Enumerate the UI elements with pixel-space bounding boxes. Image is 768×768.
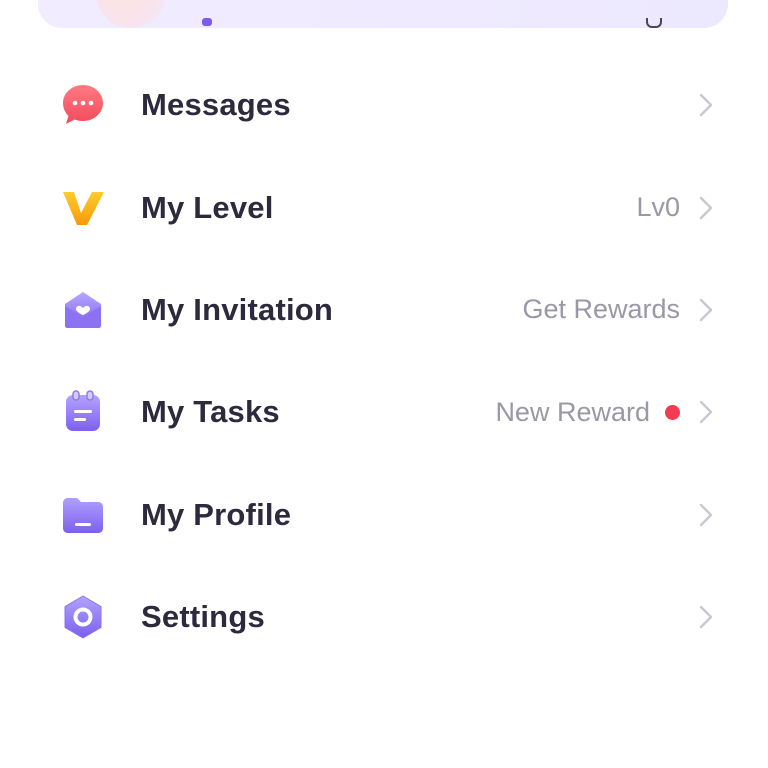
chevron-right-icon: [699, 196, 713, 219]
menu-item-settings[interactable]: Settings: [0, 566, 768, 668]
account-card[interactable]: [38, 0, 728, 28]
invitation-status: Get Rewards: [522, 294, 680, 325]
profile-menu-page: Messages My Level Lv0 My Invitation Get …: [0, 0, 768, 768]
menu-item-label: Messages: [141, 87, 291, 123]
menu-item-messages[interactable]: Messages: [0, 54, 768, 156]
avatar: [96, 0, 166, 28]
clipboard-icon: [60, 389, 106, 435]
menu-item-label: My Invitation: [141, 291, 334, 327]
menu-item-label: My Tasks: [141, 394, 280, 430]
chevron-right-icon: [699, 605, 713, 629]
menu-item-label: Settings: [141, 599, 265, 635]
hexagon-settings-icon: [60, 594, 106, 640]
menu-list: Messages My Level Lv0 My Invitation Get …: [0, 54, 768, 668]
tasks-status: New Reward: [495, 396, 650, 427]
folder-icon: [60, 492, 106, 538]
notification-dot: [665, 404, 680, 420]
v-badge-icon: [60, 185, 106, 231]
card-accent-mark: [202, 18, 212, 26]
menu-item-label: My Level: [141, 189, 274, 225]
chevron-right-icon: [699, 503, 713, 526]
chevron-right-icon: [699, 93, 713, 117]
chevron-right-icon: [699, 401, 713, 424]
menu-item-my-invitation[interactable]: My Invitation Get Rewards: [0, 259, 768, 361]
menu-item-label: My Profile: [141, 496, 292, 532]
menu-item-my-tasks[interactable]: My Tasks New Reward: [0, 361, 768, 463]
chat-bubble-icon: [60, 82, 106, 128]
level-value: Lv0: [636, 192, 680, 223]
card-action-icon[interactable]: [646, 18, 662, 28]
chevron-right-icon: [699, 298, 713, 322]
menu-item-my-profile[interactable]: My Profile: [0, 464, 768, 566]
envelope-heart-icon: [60, 287, 106, 333]
menu-item-my-level[interactable]: My Level Lv0: [0, 156, 768, 258]
